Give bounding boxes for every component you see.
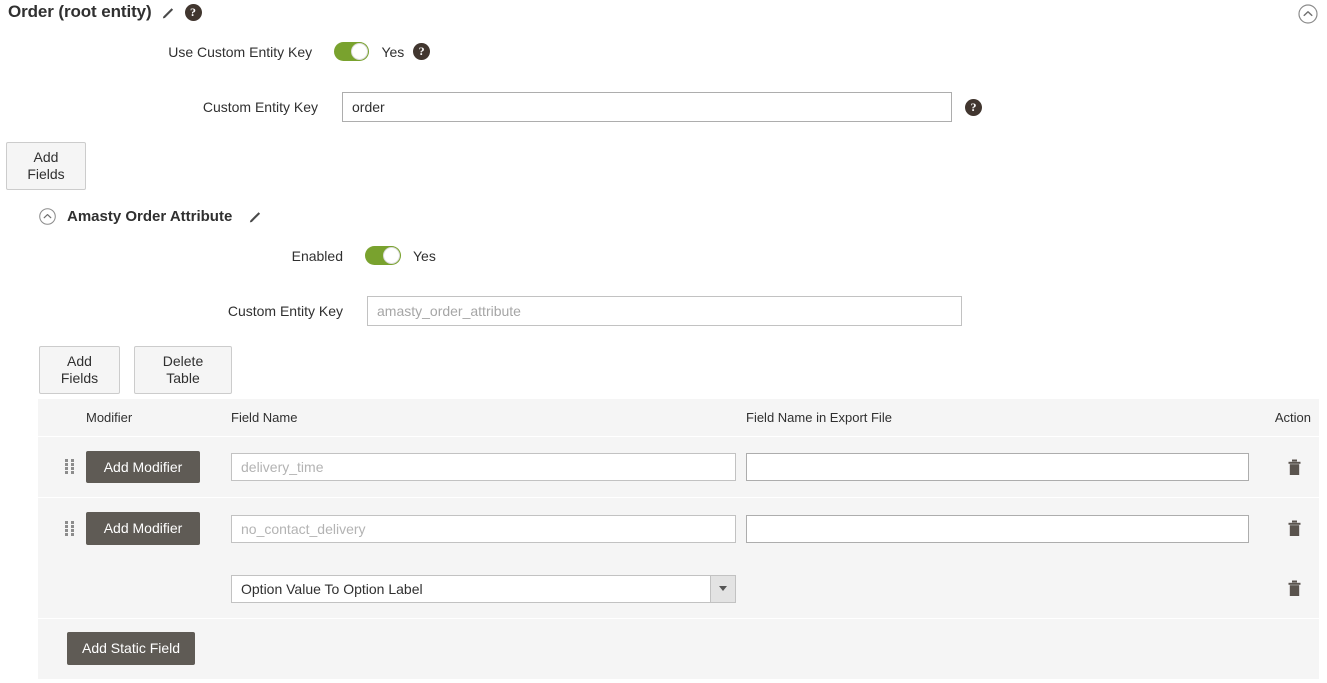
table-row: Add Modifier (38, 498, 1319, 559)
enabled-toggle[interactable] (365, 246, 401, 265)
modifier-select[interactable]: Option Value To Option Label (231, 574, 736, 603)
drag-handle-icon[interactable] (65, 520, 74, 537)
drag-handle-icon[interactable] (65, 459, 74, 475)
toggle-knob (351, 43, 369, 60)
field-name-export-input[interactable] (746, 514, 1249, 543)
modifier-select-value[interactable]: Option Value To Option Label (231, 574, 736, 603)
enabled-toggle-state: Yes (413, 247, 436, 264)
modifier-select-row: Option Value To Option Label (38, 559, 1319, 618)
add-modifier-button[interactable]: Add Modifier (86, 512, 200, 545)
section-collapse-icon[interactable] (38, 207, 57, 226)
use-custom-entity-key-label: Use Custom Entity Key (168, 43, 313, 60)
trash-icon[interactable] (1287, 580, 1302, 597)
fields-table: Modifier Field Name Field Name in Export… (38, 399, 1319, 679)
modifier-cell: Add Modifier (86, 512, 231, 545)
table-header-modifier: Modifier (86, 410, 133, 425)
page-title: Order (root entity) (8, 2, 152, 21)
use-custom-entity-key-toggle-state: Yes (381, 43, 405, 60)
table-header-row: Modifier Field Name Field Name in Export… (38, 399, 1319, 437)
help-icon[interactable]: ? (184, 3, 202, 21)
field-name-export-cell (746, 453, 1259, 481)
add-fields-button-section[interactable]: Add Fields (39, 346, 120, 394)
help-icon[interactable]: ? (965, 98, 982, 116)
use-custom-entity-key-row: Use Custom Entity Key Yes ? (0, 42, 430, 61)
table-header-field-name: Field Name (231, 410, 298, 425)
action-cell (1259, 580, 1319, 597)
field-name-cell (231, 453, 746, 481)
table-footer: Add Static Field (38, 619, 1319, 679)
add-modifier-button[interactable]: Add Modifier (86, 450, 200, 484)
help-icon[interactable]: ? (413, 43, 430, 60)
collapse-section-icon[interactable] (1297, 3, 1319, 25)
toggle-knob (383, 247, 400, 264)
drag-cell (38, 459, 86, 475)
add-fields-button-root[interactable]: Add Fields (6, 142, 86, 190)
field-name-export-cell (746, 514, 1259, 543)
enabled-row: Enabled Yes (0, 246, 436, 265)
trash-icon[interactable] (1287, 520, 1302, 537)
table-row: Add Modifier (38, 437, 1319, 498)
delete-table-button[interactable]: Delete Table (134, 346, 232, 394)
field-name-input[interactable] (231, 453, 736, 481)
root-custom-entity-key-input[interactable] (342, 92, 952, 122)
root-custom-entity-key-row: Custom Entity Key ? (0, 92, 982, 122)
amasty-order-attribute-header: Amasty Order Attribute (38, 207, 263, 226)
edit-pencil-icon[interactable] (161, 5, 176, 20)
chevron-down-icon[interactable] (710, 575, 735, 602)
enabled-label: Enabled (291, 247, 343, 264)
table-header-field-name-export: Field Name in Export File (746, 410, 892, 425)
table-row-group: Add Modifier no_contact_delivery Option … (38, 498, 1319, 619)
drag-cell (38, 520, 86, 537)
table-header-action: Action (1274, 410, 1311, 425)
section-custom-entity-key-input[interactable] (367, 296, 962, 326)
field-name-input[interactable] (231, 514, 736, 543)
modifier-cell: Add Modifier (86, 450, 231, 484)
field-name-export-input[interactable] (746, 453, 1249, 481)
section-custom-entity-key-row: Custom Entity Key (0, 296, 962, 326)
edit-pencil-icon[interactable] (248, 209, 263, 224)
root-custom-entity-key-label: Custom Entity Key (202, 99, 318, 115)
section-title: Amasty Order Attribute (67, 208, 233, 225)
field-name-cell (231, 514, 746, 543)
use-custom-entity-key-toggle[interactable] (334, 42, 370, 61)
add-static-field-button[interactable]: Add Static Field (67, 632, 196, 665)
section-custom-entity-key-label: Custom Entity Key (227, 303, 343, 319)
modifier-select-cell: Option Value To Option Label (231, 574, 746, 603)
action-cell (1259, 459, 1319, 476)
action-cell (1259, 520, 1319, 537)
trash-icon[interactable] (1287, 459, 1302, 476)
root-entity-header: Order (root entity) ? (8, 2, 202, 22)
